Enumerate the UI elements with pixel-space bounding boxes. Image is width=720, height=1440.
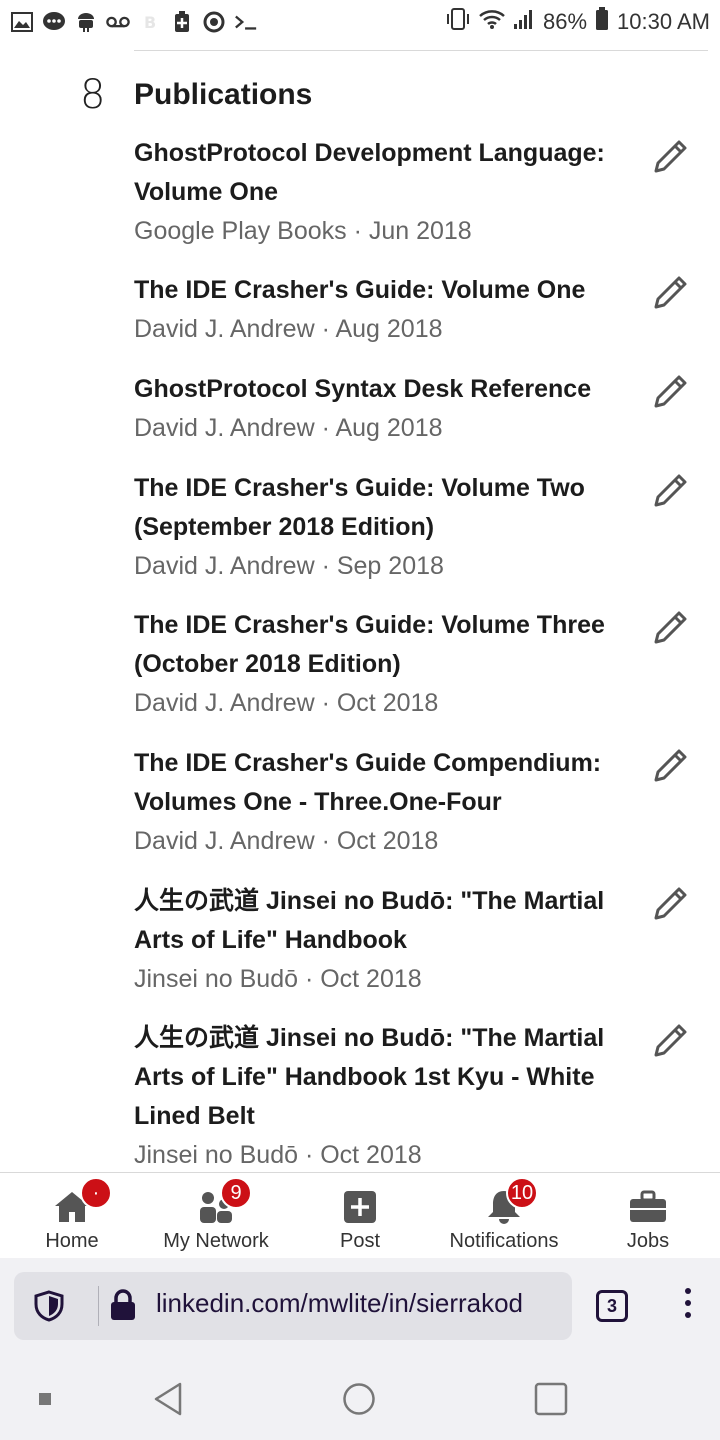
section-divider [134, 50, 708, 51]
nav-notifications[interactable]: 10 Notifications [432, 1173, 576, 1259]
publication-subtitle: Jinsei no Budō · Oct 2018 [134, 965, 422, 993]
edit-pencil-icon[interactable] [650, 135, 692, 177]
image-notification-icon [10, 11, 34, 33]
chat-notification-icon [42, 11, 66, 33]
publication-item[interactable]: The IDE Crasher's Guide: Volume Two (Sep… [134, 469, 624, 586]
system-nav-bar [0, 1358, 720, 1440]
publication-item[interactable]: The IDE Crasher's Guide Compendium: Volu… [134, 744, 624, 861]
edit-pencil-icon[interactable] [650, 606, 692, 648]
nav-jobs[interactable]: Jobs [576, 1173, 720, 1259]
publication-subtitle: Google Play Books · Jun 2018 [134, 217, 472, 245]
publication-title: 人生の武道 Jinsei no Budō: "The Martial Arts … [134, 887, 605, 954]
publication-title: GhostProtocol Development Language: Volu… [134, 139, 605, 206]
plus-square-icon [340, 1187, 380, 1227]
nav-label: Post [339, 1230, 381, 1252]
briefcase-icon [628, 1187, 668, 1227]
publication-subtitle: David J. Andrew · Oct 2018 [134, 689, 439, 717]
edit-pencil-icon[interactable] [650, 1019, 692, 1061]
publication-item[interactable]: 人生の武道 Jinsei no Budō: "The Martial Arts … [134, 1019, 624, 1175]
publication-subtitle: Jinsei no Budō · Oct 2018 [134, 1141, 422, 1169]
voicemail-icon [106, 11, 130, 33]
battery-icon [595, 7, 609, 37]
network-badge: 9 [220, 1177, 252, 1209]
status-bar: B 86% 10:30 AM [0, 0, 720, 44]
battery-percent: 86% [543, 9, 588, 34]
url-text[interactable]: linkedin.com/mwlite/in/sierrakod [156, 1288, 523, 1319]
home-icon: · [52, 1177, 112, 1227]
recent-apps-dot-icon[interactable] [39, 1393, 51, 1405]
publication-item[interactable]: The IDE Crasher's Guide: Volume One Davi… [134, 271, 624, 349]
publication-title: The IDE Crasher's Guide: Volume Two (Sep… [134, 474, 585, 541]
home-circle-icon[interactable] [342, 1382, 376, 1421]
bold-b-icon: B [138, 11, 162, 33]
edit-pencil-icon[interactable] [650, 882, 692, 924]
battery-saver-icon [170, 11, 194, 33]
tab-count-button[interactable]: 3 [596, 1290, 628, 1322]
clock: 10:30 AM [617, 9, 710, 34]
sync-icon [202, 11, 226, 33]
edit-pencil-icon[interactable] [650, 744, 692, 786]
vibrate-icon [445, 7, 471, 37]
overview-square-icon[interactable] [534, 1382, 568, 1421]
browser-toolbar: linkedin.com/mwlite/in/sierrakod 3 [0, 1258, 720, 1358]
url-separator [98, 1286, 99, 1326]
publication-item[interactable]: The IDE Crasher's Guide: Volume Three (O… [134, 606, 624, 723]
nav-home[interactable]: · Home [0, 1173, 144, 1259]
edit-pencil-icon[interactable] [650, 370, 692, 412]
wifi-icon [479, 8, 505, 36]
bell-icon: 10 [484, 1177, 538, 1227]
publication-title: GhostProtocol Syntax Desk Reference [134, 375, 592, 403]
lock-icon[interactable] [108, 1288, 138, 1327]
notifications-badge: 10 [506, 1177, 538, 1209]
publication-title: The IDE Crasher's Guide: Volume Three (O… [134, 611, 605, 678]
nav-label: Home [45, 1230, 99, 1252]
android-debug-icon [74, 11, 98, 33]
section-title: Publications [134, 78, 313, 111]
publication-subtitle: David J. Andrew · Oct 2018 [134, 827, 439, 855]
nav-post[interactable]: Post [288, 1173, 432, 1259]
signal-icon [513, 8, 535, 36]
shield-icon[interactable] [34, 1290, 64, 1327]
people-icon: 9 [196, 1177, 252, 1227]
url-bar[interactable]: linkedin.com/mwlite/in/sierrakod [14, 1272, 572, 1340]
publication-subtitle: David J. Andrew · Aug 2018 [134, 414, 443, 442]
publication-count: 8 [80, 72, 106, 118]
svg-text:B: B [144, 13, 156, 32]
publication-item[interactable]: GhostProtocol Syntax Desk Reference Davi… [134, 370, 624, 448]
publication-title: 人生の武道 Jinsei no Budō: "The Martial Arts … [134, 1024, 605, 1130]
publication-subtitle: David J. Andrew · Sep 2018 [134, 552, 444, 580]
publication-item[interactable]: 人生の武道 Jinsei no Budō: "The Martial Arts … [134, 882, 624, 999]
publication-title: The IDE Crasher's Guide: Volume One [134, 276, 586, 304]
publication-item[interactable]: GhostProtocol Development Language: Volu… [134, 134, 624, 251]
overflow-menu-icon[interactable] [680, 1288, 696, 1328]
home-badge: · [80, 1177, 112, 1209]
bottom-nav: · Home 9 My Network Post 10 Notification… [0, 1172, 720, 1259]
back-icon[interactable] [152, 1382, 184, 1421]
nav-label: Notifications [449, 1230, 559, 1252]
edit-pencil-icon[interactable] [650, 271, 692, 313]
publication-title: The IDE Crasher's Guide Compendium: Volu… [134, 749, 602, 816]
edit-pencil-icon[interactable] [650, 469, 692, 511]
nav-label: My Network [163, 1230, 269, 1252]
publication-subtitle: David J. Andrew · Aug 2018 [134, 315, 443, 343]
nav-label: Jobs [626, 1230, 670, 1252]
nav-my-network[interactable]: 9 My Network [144, 1173, 288, 1259]
terminal-icon [234, 11, 258, 33]
